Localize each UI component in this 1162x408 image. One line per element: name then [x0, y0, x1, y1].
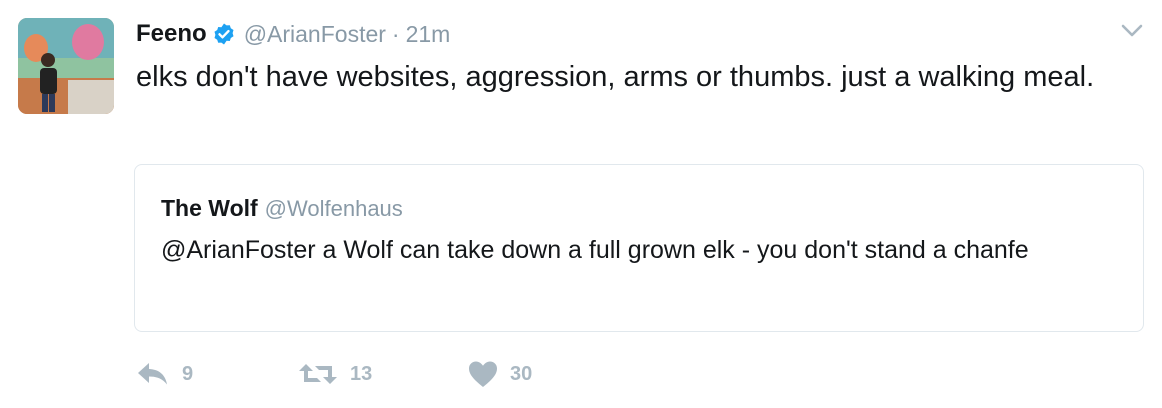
like-count: 30 — [510, 362, 533, 385]
quoted-tweet[interactable]: The Wolf @Wolfenhaus @ArianFoster a Wolf… — [134, 164, 1144, 332]
retweet-icon — [299, 364, 337, 384]
retweet-count: 13 — [350, 362, 373, 385]
display-name[interactable]: Feeno — [136, 20, 207, 48]
heart-icon — [469, 361, 497, 387]
tweet-text: elks don't have websites, aggression, ar… — [136, 61, 1095, 93]
quoted-display-name: The Wolf — [161, 195, 258, 221]
reply-count: 9 — [182, 362, 194, 385]
avatar-image — [18, 18, 114, 114]
reply-button[interactable]: 9 — [136, 356, 298, 392]
separator-dot: · — [391, 20, 400, 47]
tweet-actions: 9 13 30 — [136, 356, 588, 392]
avatar[interactable] — [18, 18, 114, 114]
tweet-header: Feeno @ArianFoster · 21m — [136, 17, 450, 51]
quoted-username-handle: @Wolfenhaus — [264, 196, 403, 221]
quoted-tweet-text: @ArianFoster a Wolf can take down a full… — [161, 236, 1029, 264]
username-handle[interactable]: @ArianFoster — [244, 21, 386, 48]
reply-icon — [138, 363, 167, 385]
like-button[interactable]: 30 — [468, 356, 588, 392]
quoted-tweet-header: The Wolf @Wolfenhaus — [161, 195, 403, 222]
timestamp[interactable]: 21m — [406, 21, 451, 48]
chevron-down-icon[interactable] — [1120, 22, 1144, 40]
verified-badge-icon — [212, 22, 236, 46]
tweet-card: Feeno @ArianFoster · 21m elks don't have… — [0, 0, 1162, 408]
retweet-button[interactable]: 13 — [298, 356, 468, 392]
